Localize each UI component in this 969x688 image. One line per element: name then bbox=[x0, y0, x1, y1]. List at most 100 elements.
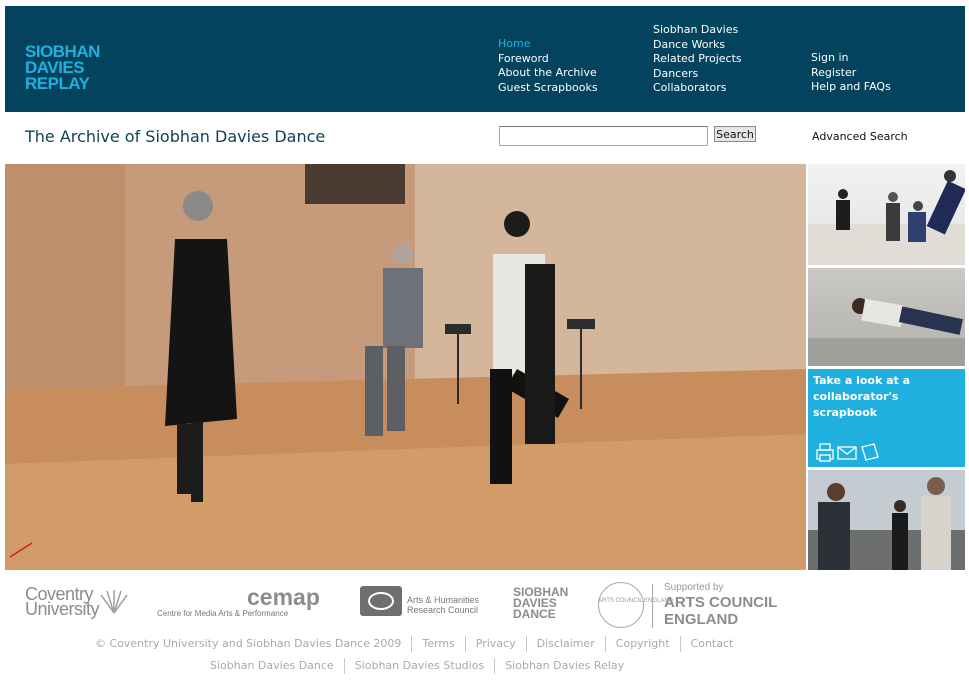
arts-council-circle-icon bbox=[598, 582, 644, 628]
site-header: SIOBHAN DAVIES REPLAY Home Foreword Abou… bbox=[5, 6, 965, 112]
dancer-figure bbox=[827, 483, 845, 501]
music-stand-pole bbox=[457, 334, 459, 404]
ahrc-logo-line-1: Arts & Humanities bbox=[407, 595, 480, 605]
print-icon[interactable] bbox=[816, 443, 834, 462]
register-link[interactable]: Register bbox=[811, 66, 891, 81]
account-nav: Sign in Register Help and FAQs bbox=[811, 51, 891, 95]
dancer-figure bbox=[387, 346, 405, 431]
dancer-floating-image bbox=[808, 298, 965, 366]
studio-floor bbox=[808, 338, 965, 366]
dancer-figure bbox=[383, 268, 423, 348]
arts-council-line-1: ARTS COUNCIL bbox=[664, 594, 778, 611]
bookmark-icon[interactable] bbox=[861, 443, 879, 461]
dancer-figure bbox=[183, 191, 213, 221]
nav-dance-works-link[interactable]: Dance Works bbox=[653, 38, 742, 53]
dancer-figure bbox=[913, 201, 923, 211]
logo-line-3: REPLAY bbox=[25, 74, 90, 93]
siobhan-davies-dance-logo[interactable]: SIOBHAN DAVIES DANCE bbox=[513, 586, 568, 621]
dancer-figure bbox=[191, 422, 203, 502]
video-player[interactable] bbox=[5, 164, 806, 570]
phoenix-icon bbox=[100, 590, 128, 614]
footer-siobhan-davies-dance-link[interactable]: Siobhan Davies Dance bbox=[210, 658, 344, 674]
thumbnail-dancers-rehearsing[interactable] bbox=[808, 470, 965, 570]
nav-siobhan-davies-link[interactable]: Siobhan Davies bbox=[653, 23, 742, 38]
coventry-logo-line-2: University bbox=[25, 599, 100, 619]
footer-contact-link[interactable]: Contact bbox=[679, 636, 744, 652]
supported-by-text: Supported by bbox=[664, 582, 724, 593]
dancer-figure bbox=[888, 192, 898, 202]
cemap-logo-tagline: Centre for Media Arts & Performance bbox=[157, 609, 289, 618]
copyright-notice: © Coventry University and Siobhan Davies… bbox=[95, 637, 402, 650]
nav-about-archive-link[interactable]: About the Archive bbox=[498, 66, 598, 81]
page-title: The Archive of Siobhan Davies Dance bbox=[25, 127, 326, 146]
nav-related-projects-link[interactable]: Related Projects bbox=[653, 52, 742, 67]
music-stand-pole bbox=[580, 329, 582, 409]
dancer-figure bbox=[504, 211, 530, 237]
sign-in-link[interactable]: Sign in bbox=[811, 51, 891, 66]
nav-guest-scrapbooks-link[interactable]: Guest Scrapbooks bbox=[498, 81, 598, 96]
secondary-nav: Siobhan Davies Dance Works Related Proje… bbox=[653, 23, 742, 96]
dancers-leaping-image bbox=[808, 170, 965, 265]
dancer-figure bbox=[921, 496, 951, 570]
studio-window bbox=[305, 164, 405, 204]
logo-divider bbox=[652, 584, 653, 628]
share-icons-svg bbox=[816, 443, 879, 462]
title-bar: The Archive of Siobhan Davies Dance Sear… bbox=[5, 112, 965, 160]
dancer-figure bbox=[944, 170, 956, 182]
dancer-figure bbox=[525, 264, 555, 444]
music-stand bbox=[445, 324, 471, 334]
footer-copyright-link[interactable]: Copyright bbox=[604, 636, 680, 652]
footer-sites-row: Siobhan Davies Dance Siobhan Davies Stud… bbox=[210, 658, 634, 674]
nav-foreword-link[interactable]: Foreword bbox=[498, 52, 598, 67]
search-input[interactable] bbox=[499, 126, 708, 146]
thumbnail-dancer-floating[interactable] bbox=[808, 268, 965, 366]
dancer-figure bbox=[894, 500, 906, 512]
footer-privacy-link[interactable]: Privacy bbox=[464, 636, 526, 652]
scrapbook-promo-tile[interactable]: Take a look at a collaborator's scrapboo… bbox=[808, 369, 965, 467]
ahrc-ring-icon bbox=[368, 592, 394, 610]
dance-rehearsal-image bbox=[5, 164, 806, 570]
dancer-figure bbox=[908, 212, 926, 242]
nav-dancers-link[interactable]: Dancers bbox=[653, 67, 742, 82]
dancer-figure bbox=[818, 502, 850, 570]
coventry-university-logo[interactable]: Coventry University bbox=[25, 585, 128, 619]
dancer-figure bbox=[836, 200, 850, 230]
ahrc-mark bbox=[360, 586, 402, 616]
arts-council-name: ARTS COUNCIL ENGLAND bbox=[664, 594, 777, 628]
dancer-figure bbox=[861, 298, 905, 328]
cemap-logo-name: cemap bbox=[247, 584, 320, 610]
footer-terms-link[interactable]: Terms bbox=[411, 636, 464, 652]
dancer-figure bbox=[165, 239, 237, 426]
dancer-figure bbox=[365, 346, 383, 436]
search-button[interactable]: Search bbox=[714, 126, 756, 142]
arts-council-line-2: ENGLAND bbox=[664, 611, 739, 628]
nav-collaborators-link[interactable]: Collaborators bbox=[653, 81, 742, 96]
ahrc-logo-text: Arts & Humanities Research Council bbox=[407, 595, 479, 615]
dancer-figure bbox=[393, 244, 413, 264]
email-icon[interactable] bbox=[837, 446, 857, 460]
dancer-figure bbox=[892, 513, 908, 570]
sdd-logo-line-3: DANCE bbox=[513, 607, 556, 621]
arts-council-circle-text: ARTS COUNCIL ENGLAND bbox=[598, 598, 674, 604]
footer-siobhan-davies-studios-link[interactable]: Siobhan Davies Studios bbox=[343, 658, 494, 674]
dancers-rehearsing-image bbox=[808, 470, 965, 570]
advanced-search-link[interactable]: Advanced Search bbox=[812, 130, 908, 143]
studio-wall-panel bbox=[415, 164, 806, 394]
scrapbook-promo-text: Take a look at a collaborator's scrapboo… bbox=[813, 374, 911, 419]
help-faqs-link[interactable]: Help and FAQs bbox=[811, 80, 891, 95]
nav-home-link[interactable]: Home bbox=[498, 37, 598, 52]
partner-logos: Coventry University cemap Centre for Med… bbox=[0, 578, 969, 632]
footer-disclaimer-link[interactable]: Disclaimer bbox=[525, 636, 605, 652]
studio-wall-left bbox=[5, 164, 125, 399]
dancer-figure bbox=[177, 424, 191, 494]
dancer-figure bbox=[898, 306, 963, 335]
site-logo[interactable]: SIOBHAN DAVIES REPLAY bbox=[25, 43, 100, 93]
thumbnail-dancers-leaping[interactable] bbox=[808, 164, 965, 265]
music-stand bbox=[567, 319, 595, 329]
footer-legal-row: © Coventry University and Siobhan Davies… bbox=[95, 636, 743, 652]
ahrc-logo-line-2: Research Council bbox=[407, 605, 479, 615]
dancer-figure bbox=[886, 203, 900, 241]
footer-siobhan-davies-relay-link[interactable]: Siobhan Davies Relay bbox=[494, 658, 634, 674]
dancer-figure bbox=[838, 189, 848, 199]
dancer-figure bbox=[927, 477, 945, 495]
